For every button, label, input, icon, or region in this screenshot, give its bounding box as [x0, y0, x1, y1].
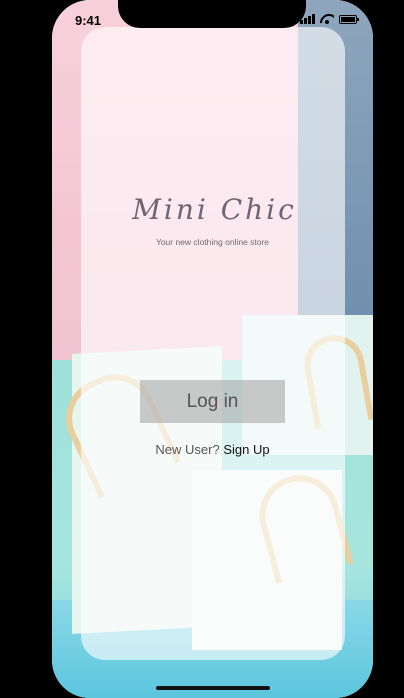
signal-icon	[300, 14, 315, 24]
status-icons	[300, 14, 359, 24]
signup-link[interactable]: Sign Up	[223, 442, 269, 457]
wifi-icon	[320, 14, 334, 24]
phone-screen: 9:41 Mini Chic Your new clothing online …	[52, 0, 373, 698]
battery-icon	[339, 14, 359, 24]
status-time: 9:41	[75, 13, 102, 28]
notch	[118, 0, 306, 28]
signup-prompt: New User?	[155, 442, 220, 457]
app-subtitle: Your new clothing online store	[155, 237, 270, 247]
home-indicator[interactable]	[156, 686, 270, 690]
app-title: Mini Chic	[132, 193, 297, 226]
frosted-card	[81, 27, 345, 660]
signup-row: New User? Sign Up	[52, 442, 373, 457]
login-button[interactable]: Log in	[140, 380, 285, 423]
